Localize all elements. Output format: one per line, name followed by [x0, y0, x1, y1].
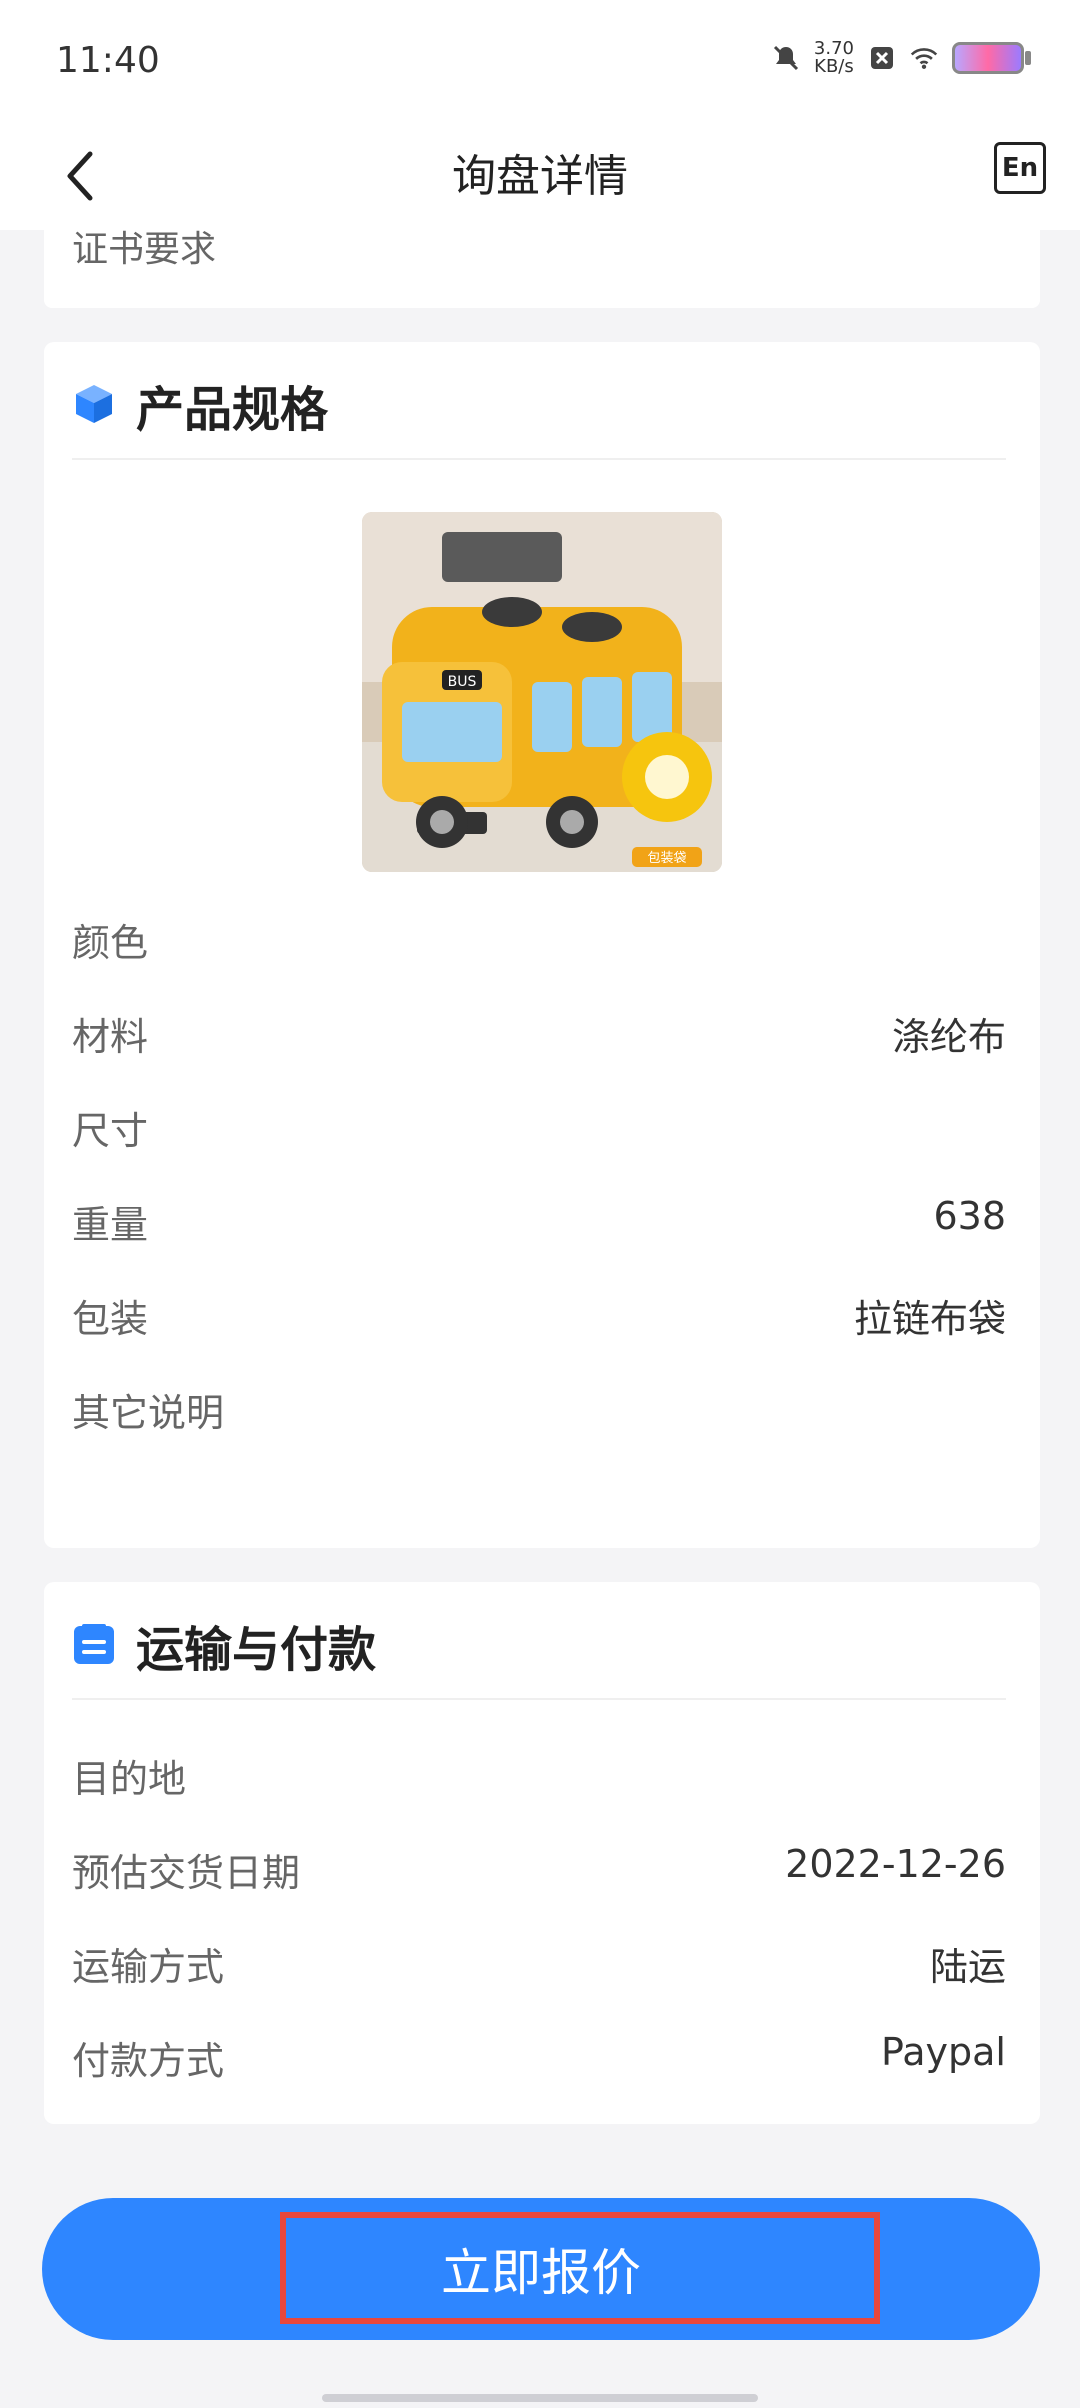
spec-row-size: 尺寸 [72, 1100, 1006, 1160]
spec-row-label: 尺寸 [72, 1109, 149, 1153]
spec-row-label: 其它说明 [72, 1391, 225, 1435]
spec-row-label: 包装 [72, 1297, 149, 1341]
product-spec-card: 产品规格 BUS 包装袋 颜色 材料 涤纶布 尺寸 重量 638 包装 拉链布袋… [44, 342, 1040, 1548]
mute-icon [772, 44, 800, 72]
spec-row-material: 材料 涤纶布 [72, 1006, 1006, 1066]
product-image[interactable]: BUS 包装袋 [362, 512, 722, 872]
notification-x-icon [868, 44, 896, 72]
spec-row-value: 拉链布袋 [853, 1297, 1006, 1341]
status-icons: 3.70 KB/s [772, 40, 1031, 76]
shipping-row-label: 预估交货日期 [72, 1851, 301, 1895]
shipping-row-label: 目的地 [72, 1757, 187, 1801]
status-bar: 11:40 3.70 KB/s [0, 0, 1080, 126]
shipping-row-destination: 目的地 [72, 1748, 1006, 1808]
document-icon [74, 1624, 114, 1664]
spec-row-label: 材料 [72, 1015, 149, 1059]
shipping-row-label: 付款方式 [72, 2039, 225, 2083]
page-title: 询盘详情 [452, 151, 628, 202]
network-speed-unit: KB/s [814, 56, 854, 77]
cube-icon [76, 385, 112, 423]
spec-row-label: 颜色 [72, 921, 149, 965]
nav-bar: 询盘详情 En [0, 126, 1080, 230]
shipping-payment-card: 运输与付款 目的地 预估交货日期 2022-12-26 运输方式 陆运 付款方式… [44, 1582, 1040, 2124]
certificate-label: 证书要求 [72, 229, 217, 270]
shipping-row-delivery-date: 预估交货日期 2022-12-26 [72, 1842, 1006, 1902]
shipping-section-title: 运输与付款 [136, 1622, 377, 1678]
shipping-section-header: 运输与付款 [72, 1622, 1006, 1700]
spec-section-title: 产品规格 [136, 382, 329, 438]
shipping-row-value: Paypal [881, 2030, 1006, 2074]
home-indicator[interactable] [322, 2394, 758, 2402]
spec-row-value: 638 [933, 1194, 1006, 1238]
spec-row-other-notes: 其它说明 [72, 1382, 1006, 1442]
bus-sign-text: BUS [448, 674, 477, 690]
shipping-row-label: 运输方式 [72, 1945, 225, 1989]
network-speed: 3.70 KB/s [814, 40, 854, 76]
shipping-row-value: 2022-12-26 [785, 1842, 1006, 1886]
shipping-row-transport-method: 运输方式 陆运 [72, 1936, 1006, 1996]
bag-caption-text: 包装袋 [647, 851, 686, 866]
shipping-row-value: 陆运 [929, 1945, 1006, 1989]
wifi-icon [910, 44, 938, 72]
spec-row-weight: 重量 638 [72, 1194, 1006, 1254]
quote-now-button[interactable]: 立即报价 [42, 2198, 1040, 2340]
shipping-row-payment-method: 付款方式 Paypal [72, 2030, 1006, 2090]
quote-now-label: 立即报价 [441, 2244, 641, 2302]
spec-row-label: 重量 [72, 1203, 149, 1247]
battery-icon [952, 42, 1031, 74]
language-toggle-button[interactable]: En [994, 142, 1046, 194]
spec-row-color: 颜色 [72, 912, 1006, 972]
spec-row-packaging: 包装 拉链布袋 [72, 1288, 1006, 1348]
spec-row-value: 涤纶布 [891, 1015, 1006, 1059]
spec-section-header: 产品规格 [72, 382, 1006, 460]
certificate-card: 证书要求 [44, 229, 1040, 308]
status-time: 11:40 [56, 40, 160, 81]
